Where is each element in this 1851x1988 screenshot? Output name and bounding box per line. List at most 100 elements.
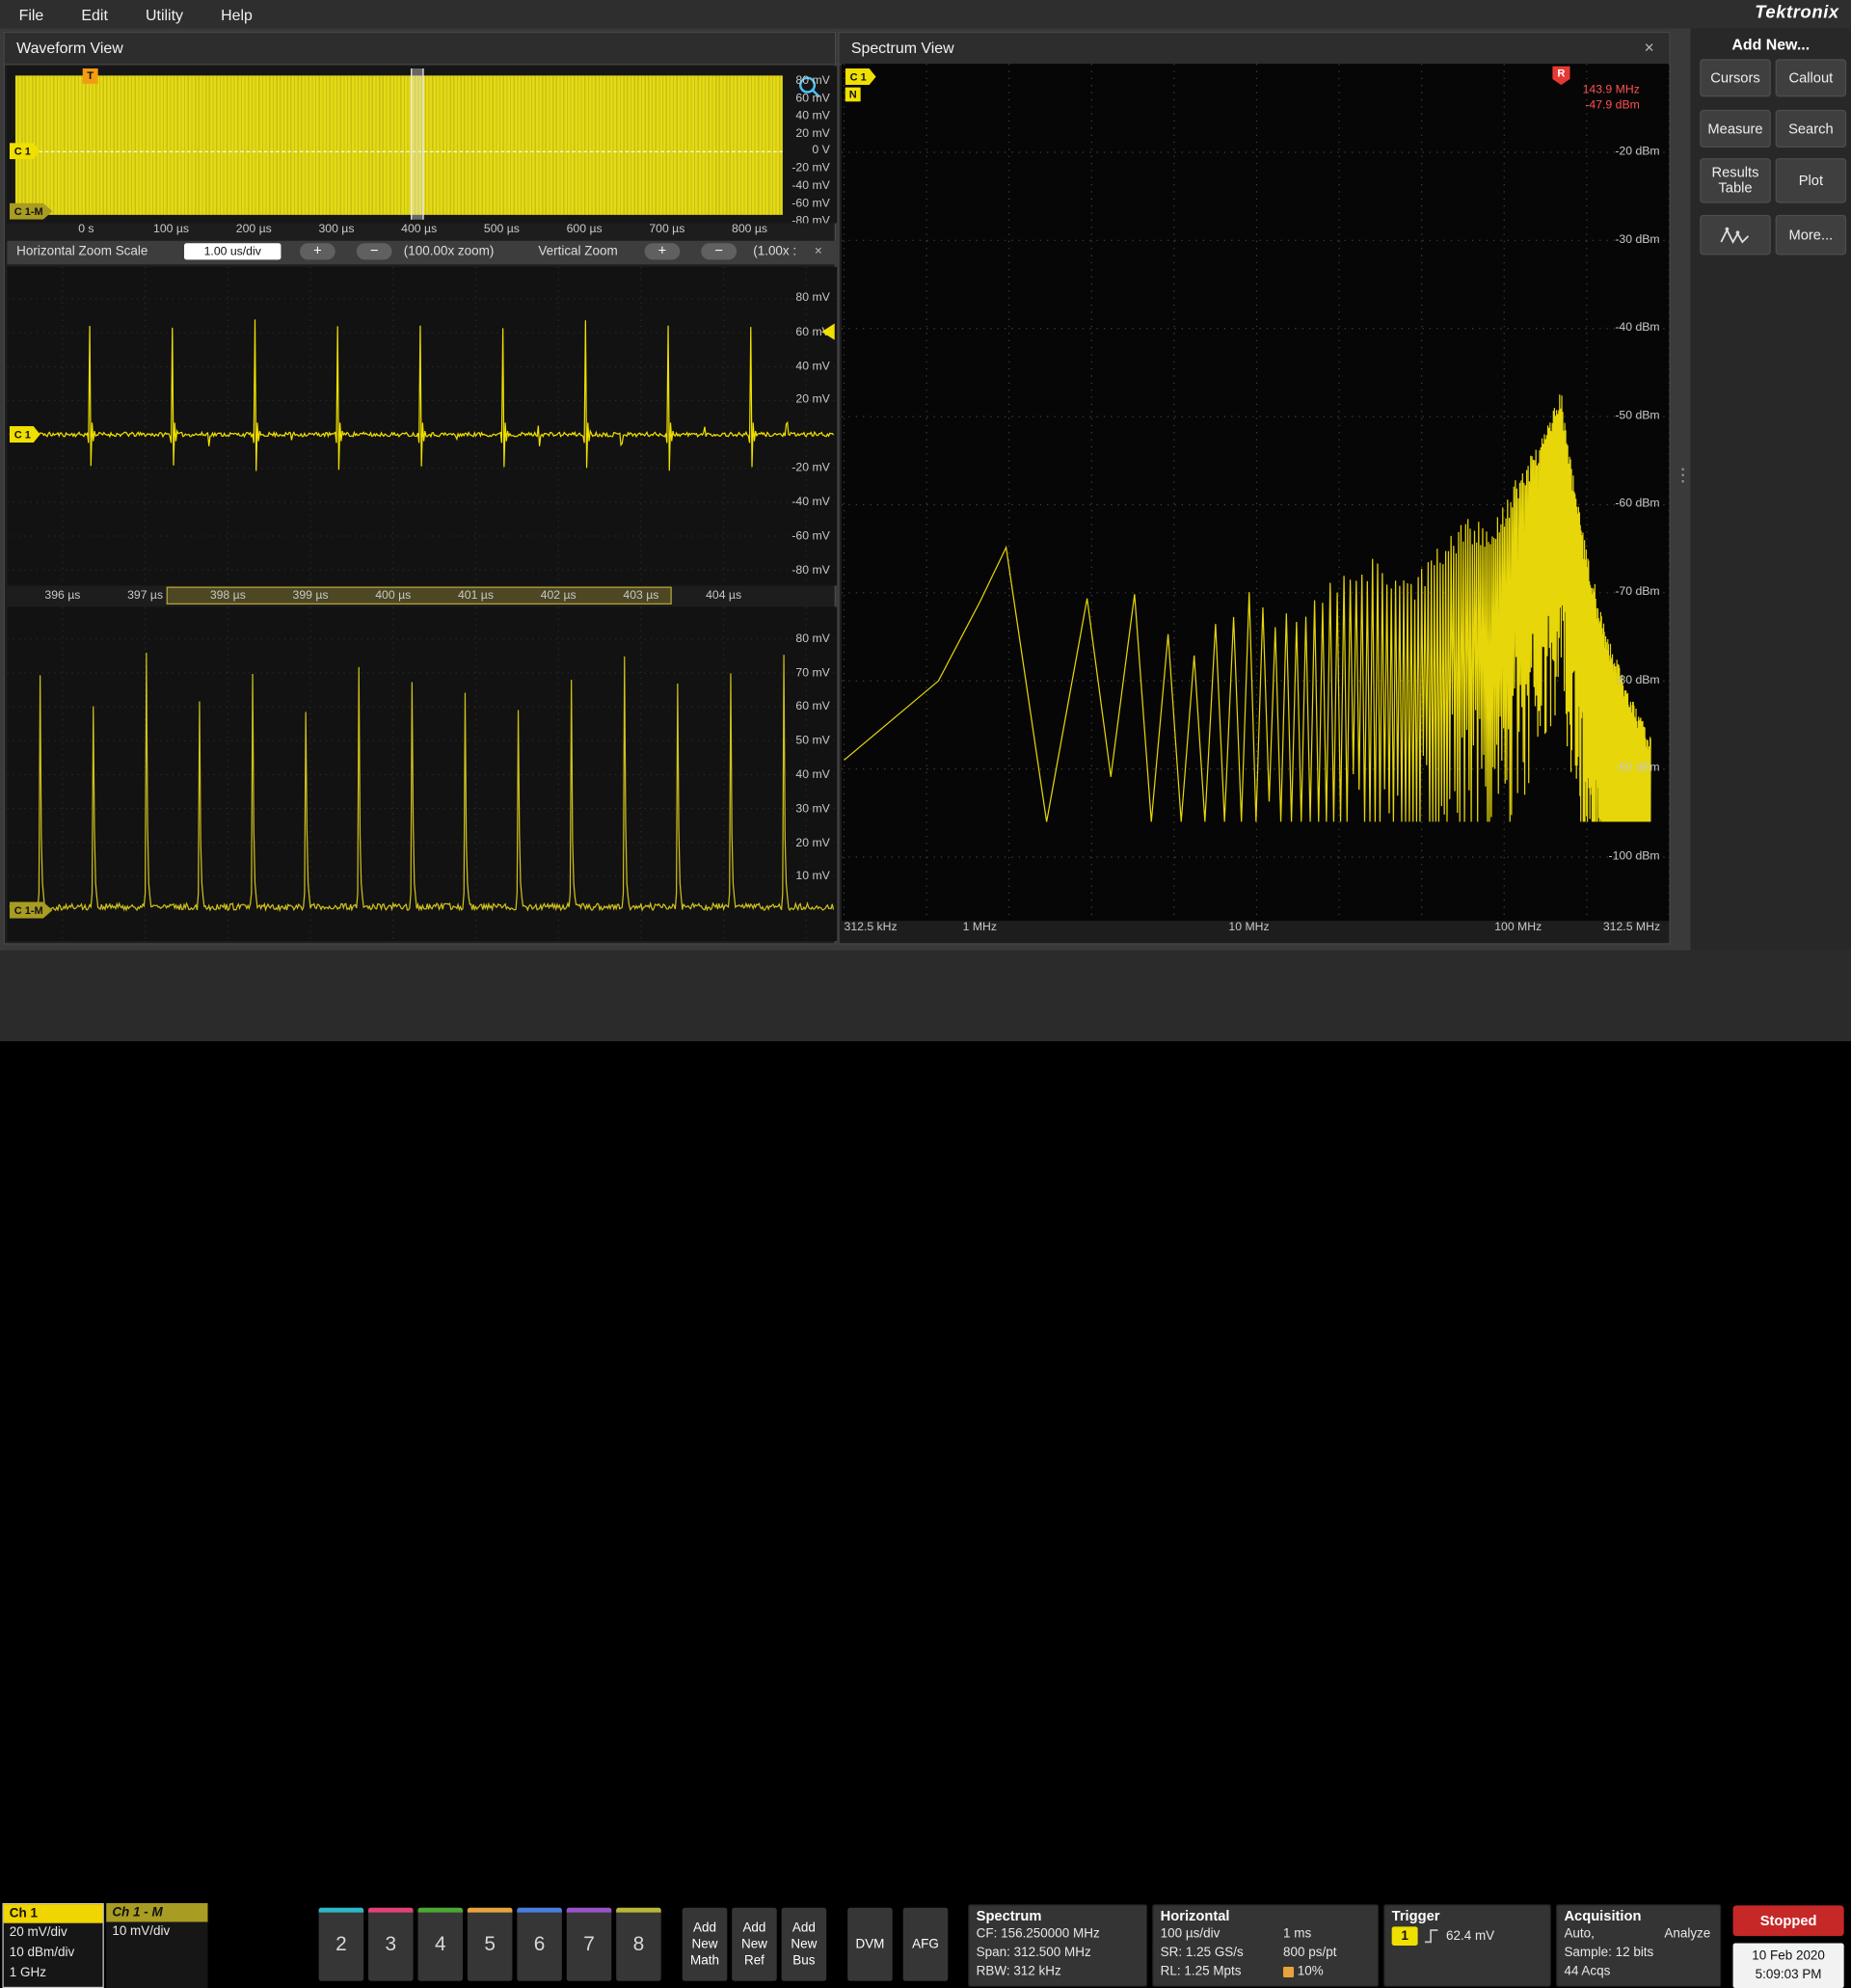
overview-axis-label: -40 mV xyxy=(791,179,829,192)
magnitude-trace xyxy=(7,606,837,941)
zoom-time-label: 404 µs xyxy=(706,589,741,602)
channel-3-button[interactable]: 3 xyxy=(368,1908,414,1981)
more-button[interactable]: More... xyxy=(1776,215,1846,255)
measure-button[interactable]: Measure xyxy=(1700,110,1770,148)
spectrum-box-title: Spectrum xyxy=(969,1905,1146,1924)
spectrum-plot[interactable]: C 1 N R 143.9 MHz -47.9 dBm -20 dBm -30 … xyxy=(842,64,1669,921)
waveform-view-header[interactable]: Waveform View xyxy=(5,33,835,65)
zoom-axis-label: 20 mV xyxy=(795,393,829,406)
peak-markers-button[interactable] xyxy=(1700,215,1770,255)
tektronix-logo: Tektronix xyxy=(1755,2,1839,22)
db-axis-label: -40 dBm xyxy=(1615,321,1659,334)
frequency-axis: 312.5 kHz 1 MHz 10 MHz 100 MHz 312.5 MHz xyxy=(842,921,1669,940)
zoom-control-bar: Horizontal Zoom Scale 1.00 us/div + − (1… xyxy=(7,241,837,264)
ch1-tab[interactable]: Ch 1 xyxy=(4,1904,103,1923)
zoom-window-handle[interactable] xyxy=(411,68,423,220)
channel-5-button[interactable]: 5 xyxy=(468,1908,513,1981)
channel-4-button[interactable]: 4 xyxy=(417,1908,463,1981)
menu-help[interactable]: Help xyxy=(221,6,253,23)
ch1-math-tab[interactable]: Ch 1 - M xyxy=(106,1903,207,1922)
overview-axis-label: 20 mV xyxy=(795,127,829,140)
trigger-level-arrow[interactable] xyxy=(821,324,834,340)
vertical-zoom-plus-button[interactable]: + xyxy=(645,243,681,259)
menu-file[interactable]: File xyxy=(19,6,44,23)
freq-axis-label: 1 MHz xyxy=(963,921,997,933)
zoom-time-label: 402 µs xyxy=(541,589,577,602)
spectrum-view-header[interactable]: Spectrum View × xyxy=(840,33,1670,65)
acq-sample-bits: Sample: 12 bits xyxy=(1557,1944,1720,1963)
overview-axis-label: 80 mV xyxy=(795,74,829,87)
oscilloscope-screen: File Edit Utility Help Tektronix Wavefor… xyxy=(0,0,1851,1041)
channel-7-button[interactable]: 7 xyxy=(567,1908,612,1981)
overview-zero-line xyxy=(15,151,783,152)
panel-resize-handle[interactable]: ⋮ xyxy=(1674,470,1691,481)
acquisition-box-title: Acquisition xyxy=(1557,1905,1720,1924)
zoom-axis-label: -20 mV xyxy=(791,462,829,474)
overview-axis-label: -60 mV xyxy=(791,197,829,209)
menu-utility[interactable]: Utility xyxy=(146,6,183,23)
position-lock-icon xyxy=(1283,1967,1294,1977)
waveform-overview-plot[interactable]: T 80 mV 60 mV 40 mV 20 mV 0 V -20 mV -40… xyxy=(7,67,837,224)
menu-edit[interactable]: Edit xyxy=(81,6,107,23)
add-ref-line: Ref xyxy=(744,1952,765,1969)
db-axis-label: -20 dBm xyxy=(1615,146,1659,158)
horizontal-zoom-minus-button[interactable]: − xyxy=(357,243,392,259)
acquisition-settings-box[interactable]: Acquisition Auto, Analyze Sample: 12 bit… xyxy=(1556,1904,1721,1987)
horizontal-zoom-scale-input[interactable]: 1.00 us/div xyxy=(184,243,281,259)
add-new-math-button[interactable]: Add New Math xyxy=(683,1908,728,1981)
freq-axis-label: 312.5 kHz xyxy=(845,921,898,933)
trigger-settings-box[interactable]: Trigger 1 62.4 mV xyxy=(1383,1904,1551,1987)
ch1-spectrum-scale: 10 dBm/div xyxy=(4,1944,103,1964)
ch1-math-settings-tile[interactable]: Ch 1 - M 10 mV/div xyxy=(106,1903,207,1988)
freq-axis-label: 10 MHz xyxy=(1228,921,1269,933)
add-new-sidebar: Add New... Cursors Callout Measure Searc… xyxy=(1690,28,1851,950)
waveform-zoom-plot[interactable]: 80 mV 60 mV 40 mV 20 mV -20 mV -40 mV -6… xyxy=(7,267,837,586)
horizontal-zoom-plus-button[interactable]: + xyxy=(300,243,335,259)
overview-time-label: 100 µs xyxy=(153,223,189,235)
marker-level: -47.9 dBm xyxy=(1536,98,1640,114)
trigger-box-title: Trigger xyxy=(1384,1905,1549,1924)
overview-axis-label: -20 mV xyxy=(791,162,829,175)
spectrum-trace xyxy=(842,64,1669,921)
add-ref-line: New xyxy=(741,1936,767,1952)
channel-2-label: 2 xyxy=(319,1913,364,1976)
zoom-time-label: 397 µs xyxy=(127,589,163,602)
vertical-zoom-minus-button[interactable]: − xyxy=(701,243,737,259)
menu-bar: File Edit Utility Help Tektronix xyxy=(0,0,1851,28)
trigger-position-marker[interactable]: T xyxy=(83,68,98,84)
datetime-display: 10 Feb 2020 5:09:03 PM xyxy=(1733,1944,1844,1988)
overview-time-label: 300 µs xyxy=(318,223,354,235)
waveform-magnitude-plot[interactable]: 80 mV 70 mV 60 mV 50 mV 40 mV 30 mV 20 m… xyxy=(7,606,837,941)
resolution: 800 ps/pt xyxy=(1276,1944,1337,1963)
run-stop-button[interactable]: Stopped xyxy=(1733,1905,1844,1936)
add-new-bus-button[interactable]: Add New Bus xyxy=(782,1908,827,1981)
spectrum-close-icon[interactable]: × xyxy=(1639,37,1660,58)
zoom-close-icon[interactable]: × xyxy=(815,244,822,258)
peak-markers-icon xyxy=(1720,226,1751,245)
zoom-axis-label: -40 mV xyxy=(791,496,829,508)
dvm-label: DVM xyxy=(855,1936,884,1952)
add-math-line: New xyxy=(692,1936,718,1952)
ch1-settings-tile[interactable]: Ch 1 20 mV/div 10 dBm/div 1 GHz xyxy=(2,1903,103,1988)
channel-6-button[interactable]: 6 xyxy=(517,1908,562,1981)
ch1-bandwidth: 1 GHz xyxy=(4,1963,103,1983)
add-new-ref-button[interactable]: Add New Ref xyxy=(732,1908,777,1981)
magnitude-axis-label: 50 mV xyxy=(795,735,829,747)
dvm-button[interactable]: DVM xyxy=(847,1908,893,1981)
ch1-scale: 20 mV/div xyxy=(4,1923,103,1944)
callout-button[interactable]: Callout xyxy=(1776,59,1846,96)
search-button[interactable]: Search xyxy=(1776,110,1846,148)
add-ref-line: Add xyxy=(742,1920,765,1936)
spectrum-settings-box[interactable]: Spectrum CF: 156.250000 MHz Span: 312.50… xyxy=(968,1904,1147,1987)
horizontal-settings-box[interactable]: Horizontal 100 µs/div SR: 1.25 GS/s RL: … xyxy=(1152,1904,1379,1987)
magnitude-axis-label: 80 mV xyxy=(795,632,829,645)
overview-time-label: 800 µs xyxy=(732,223,767,235)
cursors-button[interactable]: Cursors xyxy=(1700,59,1770,96)
overview-time-label: 700 µs xyxy=(649,223,684,235)
plot-button[interactable]: Plot xyxy=(1776,158,1846,203)
afg-button[interactable]: AFG xyxy=(903,1908,949,1981)
trigger-source-badge[interactable]: 1 xyxy=(1392,1926,1418,1946)
channel-2-button[interactable]: 2 xyxy=(319,1908,364,1981)
results-table-button[interactable]: Results Table xyxy=(1700,158,1770,203)
channel-8-button[interactable]: 8 xyxy=(616,1908,661,1981)
